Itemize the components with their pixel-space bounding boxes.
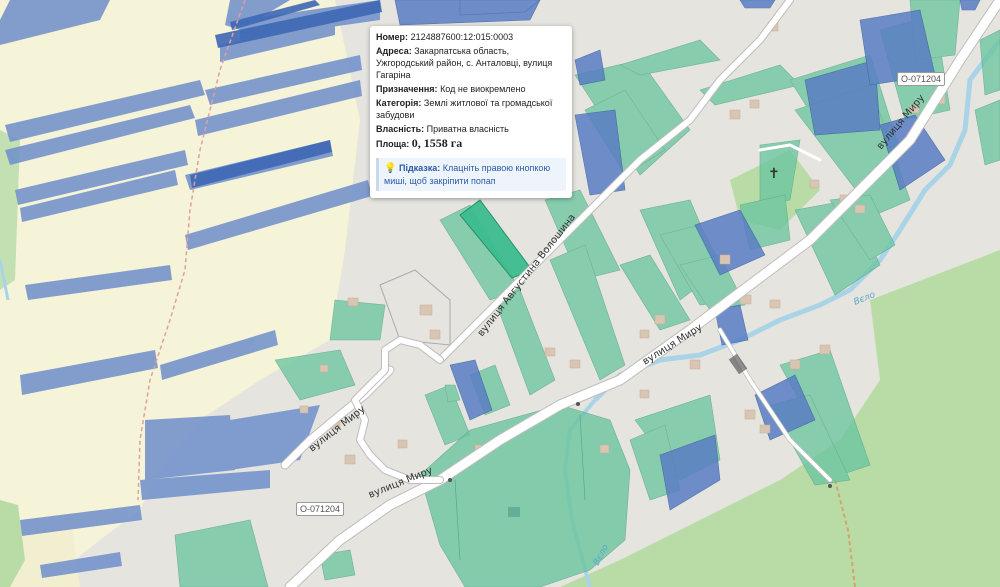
road-shield: O-071204 [897,72,946,86]
popup-purpose-label: Призначення: [376,84,438,94]
popup-category-label: Категорія: [376,98,422,108]
popup-ownership-value: Приватна власність [426,124,509,134]
survey-point [448,478,452,482]
popup-number-value: 2124887600:12:015:0003 [410,32,514,42]
popup-hint: 💡 Підказка: Клацніть правою кнопкою миші… [376,158,566,191]
survey-point [576,402,580,406]
popup-address-row: Адреса: Закарпатська область, Ужгородськ… [376,45,566,81]
popup-area-value: 0, 1558 га [411,136,463,150]
parcel-info-popup[interactable]: Номер: 2124887600:12:015:0003 Адреса: За… [370,26,572,198]
church-icon: ✝ [768,166,780,182]
popup-category-row: Категорія: Землі житлової та громадської… [376,97,566,121]
popup-hint-label: Підказка: [398,163,441,173]
popup-ownership-label: Власність: [376,124,425,134]
popup-purpose-value: Код не виокремлено [440,84,526,94]
lightbulb-icon: 💡 [384,163,397,174]
survey-point [828,484,832,488]
popup-number-row: Номер: 2124887600:12:015:0003 [376,31,566,43]
popup-address-label: Адреса: [376,46,412,56]
popup-purpose-row: Призначення: Код не виокремлено [376,83,566,95]
popup-number-label: Номер: [376,32,409,42]
building [508,507,520,517]
popup-area-label: Площа: [376,139,410,149]
road-shield: O-071204 [296,502,345,516]
popup-ownership-row: Власність: Приватна власність [376,123,566,135]
popup-area-row: Площа: 0, 1558 га [376,137,566,150]
